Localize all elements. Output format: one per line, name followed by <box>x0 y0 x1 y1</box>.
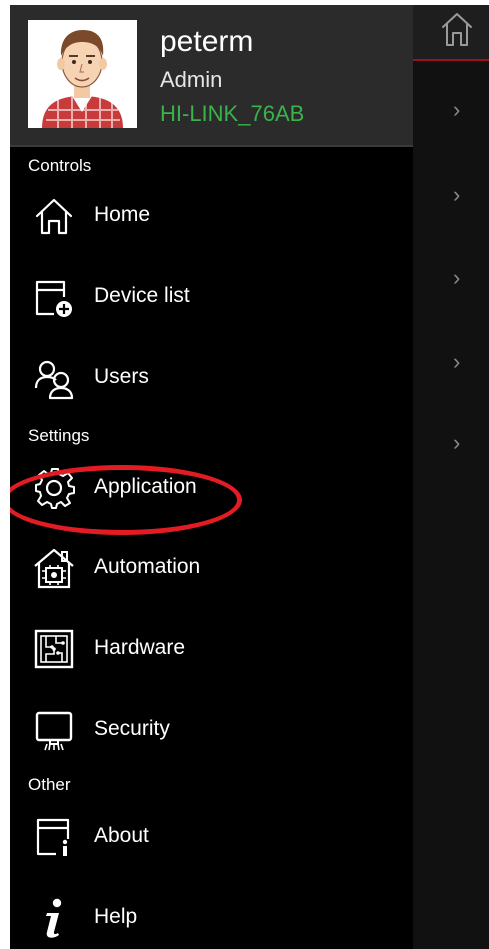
chevron-right-icon[interactable]: › <box>453 351 467 373</box>
highlight-annotation <box>10 465 242 535</box>
section-heading-settings: Settings <box>28 426 90 445</box>
menu-item-home[interactable]: Home <box>10 186 413 246</box>
chevron-right-icon[interactable]: › <box>453 99 467 121</box>
profile-header[interactable]: peterm Admin HI-LINK_76AB <box>10 5 413 147</box>
menu-item-label: Hardware <box>94 636 186 659</box>
menu-item-about[interactable]: About <box>10 807 413 867</box>
menu-item-label: Home <box>94 203 151 226</box>
menu-item-security[interactable]: Security <box>10 700 413 760</box>
profile-role: Admin <box>160 67 223 92</box>
avatar[interactable] <box>28 20 137 128</box>
profile-username: peterm <box>160 25 254 58</box>
menu-item-hardware[interactable]: Hardware <box>10 619 413 679</box>
window-info-icon <box>36 818 70 856</box>
profile-network-name: HI-LINK_76AB <box>160 101 305 126</box>
background-screen: › › › › › <box>413 5 489 949</box>
menu-item-label: Users <box>94 365 149 388</box>
menu-item-label: Automation <box>94 555 201 578</box>
chevron-right-icon[interactable]: › <box>453 184 467 206</box>
menu-item-device-list[interactable]: Device list <box>10 267 413 327</box>
chevron-right-icon[interactable]: › <box>453 267 467 289</box>
avatar-illustration <box>42 30 123 128</box>
app-screen: › › › › › peterm Admin HI-LINK_76AB Cont… <box>10 5 489 949</box>
users-icon <box>34 360 74 400</box>
menu-item-users[interactable]: Users <box>10 348 413 408</box>
monitor-icon <box>35 711 73 751</box>
section-heading-other: Other <box>28 775 71 794</box>
menu-item-label: Help <box>94 905 138 928</box>
menu-item-label: Device list <box>94 284 190 307</box>
menu-item-help[interactable]: Help <box>10 888 413 948</box>
menu-item-label: Security <box>94 717 170 740</box>
home-icon[interactable] <box>439 9 475 49</box>
section-heading-controls: Controls <box>28 156 92 175</box>
info-italic-icon <box>46 898 62 938</box>
home-icon <box>35 198 73 235</box>
circuit-board-icon <box>34 629 74 669</box>
menu-item-automation[interactable]: Automation <box>10 538 413 598</box>
house-automation-icon <box>34 548 74 589</box>
menu-item-label: About <box>94 824 149 847</box>
chevron-right-icon[interactable]: › <box>453 432 467 454</box>
device-add-icon <box>35 280 72 317</box>
background-top-bar <box>413 5 489 61</box>
